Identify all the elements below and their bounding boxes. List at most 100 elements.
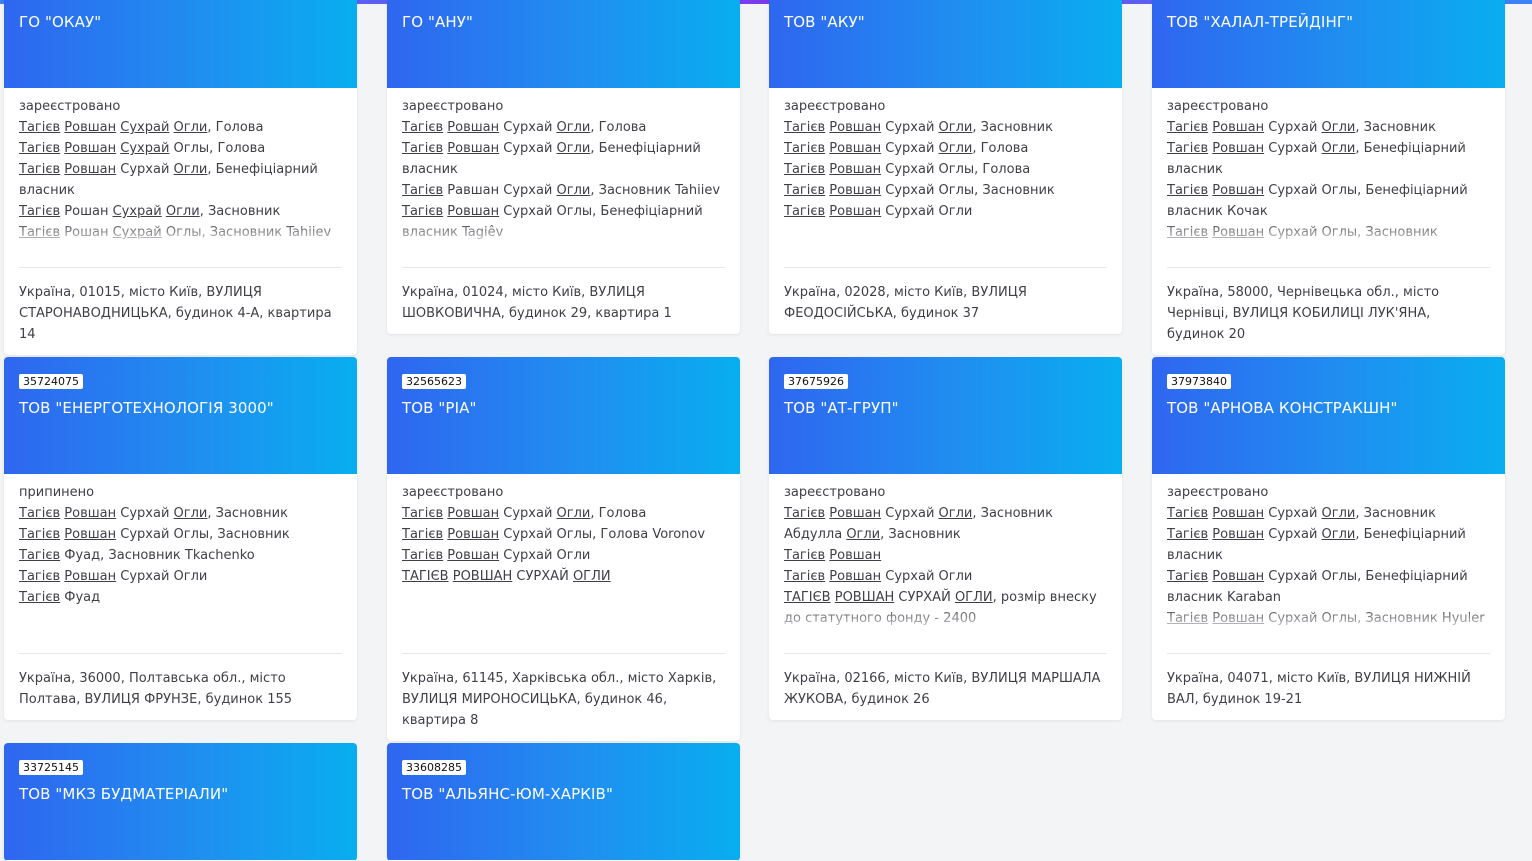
person-name-link[interactable]: Тагієв [402,204,443,219]
person-name-link[interactable]: Сухрай [120,141,169,156]
person-name-link[interactable]: Тагієв [784,141,825,156]
person-name-link[interactable]: Ровшан [447,506,499,521]
person-name-link[interactable]: Ровшан [829,183,881,198]
company-name[interactable]: ТОВ "РІА" [402,398,476,418]
person-name-link[interactable]: Ровшан [829,162,881,177]
company-name[interactable]: ТОВ "АЛЬЯНС-ЮМ-ХАРКІВ" [402,784,613,804]
person-name-link[interactable]: Тагієв [19,120,60,135]
person-name-link[interactable]: Ровшан [829,120,881,135]
company-name[interactable]: ТОВ "АКУ" [784,12,865,32]
person-name-link[interactable]: Ровшан [1212,506,1264,521]
company-name[interactable]: ТОВ "ХАЛАЛ-ТРЕЙДІНГ" [1167,12,1353,32]
company-name[interactable]: ТОВ "АТ-ГРУП" [784,398,899,418]
person-name-link[interactable]: Ровшан [1212,120,1264,135]
person-name-link[interactable]: Ровшан [1212,183,1264,198]
person-name-link[interactable]: Тагієв [402,183,443,198]
person-name-link[interactable]: Тагієв [19,506,60,521]
person-name-link[interactable]: ОГЛИ [955,590,993,605]
person-name-link[interactable]: Тагієв [784,569,825,584]
person-name-link[interactable]: Огли [846,527,880,542]
person-name-link[interactable]: Тагієв [784,183,825,198]
person-name-link[interactable]: Тагієв [784,162,825,177]
person-name-link[interactable]: Тагієв [19,590,60,605]
person-name-link[interactable]: Ровшан [829,569,881,584]
person-name-link[interactable]: Тагієв [402,527,443,542]
person-name-link[interactable]: Тагієв [19,548,60,563]
person-name-link[interactable]: Тагієв [784,506,825,521]
person-name-link[interactable]: Тагієв [784,204,825,219]
person-name-link[interactable]: Тагієв [784,120,825,135]
person-name-link[interactable]: Сухрай [120,120,169,135]
person-name-link[interactable]: Огли [939,506,973,521]
person-name-link[interactable]: Тагієв [402,141,443,156]
person-name-link[interactable]: Огли [166,204,200,219]
company-card[interactable]: 37973840 ТОВ "АРНОВА КОНСТРАКШН" зареєст… [1152,357,1505,720]
person-name-link[interactable]: Тагієв [19,527,60,542]
person-name-link[interactable]: Ровшан [447,204,499,219]
person-name-link[interactable]: Ровшан [64,120,116,135]
person-name-link[interactable]: Ровшан [64,506,116,521]
person-name-link[interactable]: Огли [1322,120,1356,135]
person-name-link[interactable]: Тагієв [402,548,443,563]
company-card[interactable]: 37675926 ТОВ "АТ-ГРУП" зареєстровано Тагі… [769,357,1122,720]
person-name-link[interactable]: Огли [557,506,591,521]
person-name-link[interactable]: РОВШАН [835,590,895,605]
company-name[interactable]: ГО "ОКАУ" [19,12,101,32]
person-name-link[interactable]: Тагієв [1167,506,1208,521]
person-name-link[interactable]: Ровшан [829,548,881,563]
person-name-link[interactable]: Ровшан [1212,141,1264,156]
company-card[interactable]: ТОВ "АКУ" зареєстровано Тагієв Ровшан Сур… [769,0,1122,334]
company-name[interactable]: ТОВ "АРНОВА КОНСТРАКШН" [1167,398,1398,418]
person-name-link[interactable]: Тагієв [19,141,60,156]
person-name-link[interactable]: Тагієв [1167,225,1208,240]
company-card[interactable]: 35724075 ТОВ "ЕНЕРГОТЕХНОЛОГІЯ 3000" при… [4,357,357,720]
person-name-link[interactable]: Тагієв [1167,141,1208,156]
company-card[interactable]: ТОВ "ХАЛАЛ-ТРЕЙДІНГ" зареєстровано Тагієв… [1152,0,1505,355]
person-name-link[interactable]: Сухрай [113,225,162,240]
person-name-link[interactable]: Тагієв [1167,183,1208,198]
person-name-link[interactable]: Ровшан [64,162,116,177]
person-name-link[interactable]: Огли [1322,141,1356,156]
person-name-link[interactable]: Тагієв [402,120,443,135]
person-name-link[interactable]: Огли [557,120,591,135]
person-name-link[interactable]: Тагієв [1167,611,1208,626]
person-name-link[interactable]: Тагієв [19,569,60,584]
person-name-link[interactable]: РОВШАН [453,569,513,584]
person-name-link[interactable]: Ровшан [64,527,116,542]
person-name-link[interactable]: Тагієв [19,162,60,177]
company-card[interactable]: 33608285 ТОВ "АЛЬЯНС-ЮМ-ХАРКІВ" [387,743,740,861]
person-name-link[interactable]: Огли [174,120,208,135]
person-name-link[interactable]: Ровшан [1212,527,1264,542]
person-name-link[interactable]: Огли [939,120,973,135]
person-name-link[interactable]: Ровшан [1212,611,1264,626]
person-name-link[interactable]: Ровшан [447,141,499,156]
company-name[interactable]: ТОВ "ЕНЕРГОТЕХНОЛОГІЯ 3000" [19,398,274,418]
person-name-link[interactable]: Ровшан [447,527,499,542]
person-name-link[interactable]: Ровшан [829,141,881,156]
company-name[interactable]: ТОВ "МКЗ БУДМАТЕРІАЛИ" [19,784,228,804]
person-name-link[interactable]: Огли [174,506,208,521]
person-name-link[interactable]: ТАГІЄВ [402,569,449,584]
person-name-link[interactable]: Огли [1322,506,1356,521]
person-name-link[interactable]: Тагієв [1167,527,1208,542]
person-name-link[interactable]: Тагієв [784,548,825,563]
person-name-link[interactable]: ОГЛИ [573,569,611,584]
company-card[interactable]: ГО "АНУ" зареєстровано Тагієв Ровшан Сурх… [387,0,740,334]
person-name-link[interactable]: Тагієв [1167,569,1208,584]
person-name-link[interactable]: Ровшан [1212,569,1264,584]
person-name-link[interactable]: Огли [174,162,208,177]
person-name-link[interactable]: Ровшан [64,141,116,156]
person-name-link[interactable]: Тагієв [19,225,60,240]
person-name-link[interactable]: Ровшан [829,204,881,219]
person-name-link[interactable]: ТАГІЄВ [784,590,831,605]
person-name-link[interactable]: Ровшан [829,506,881,521]
person-name-link[interactable]: Тагієв [402,506,443,521]
person-name-link[interactable]: Огли [939,141,973,156]
person-name-link[interactable]: Тагієв [19,204,60,219]
person-name-link[interactable]: Огли [1322,527,1356,542]
person-name-link[interactable]: Ровшан [1212,225,1264,240]
company-card[interactable]: ГО "ОКАУ" зареєстровано Тагієв Ровшан Сух… [4,0,357,355]
person-name-link[interactable]: Ровшан [64,569,116,584]
company-card[interactable]: 33725145 ТОВ "МКЗ БУДМАТЕРІАЛИ" [4,743,357,861]
person-name-link[interactable]: Огли [557,141,591,156]
